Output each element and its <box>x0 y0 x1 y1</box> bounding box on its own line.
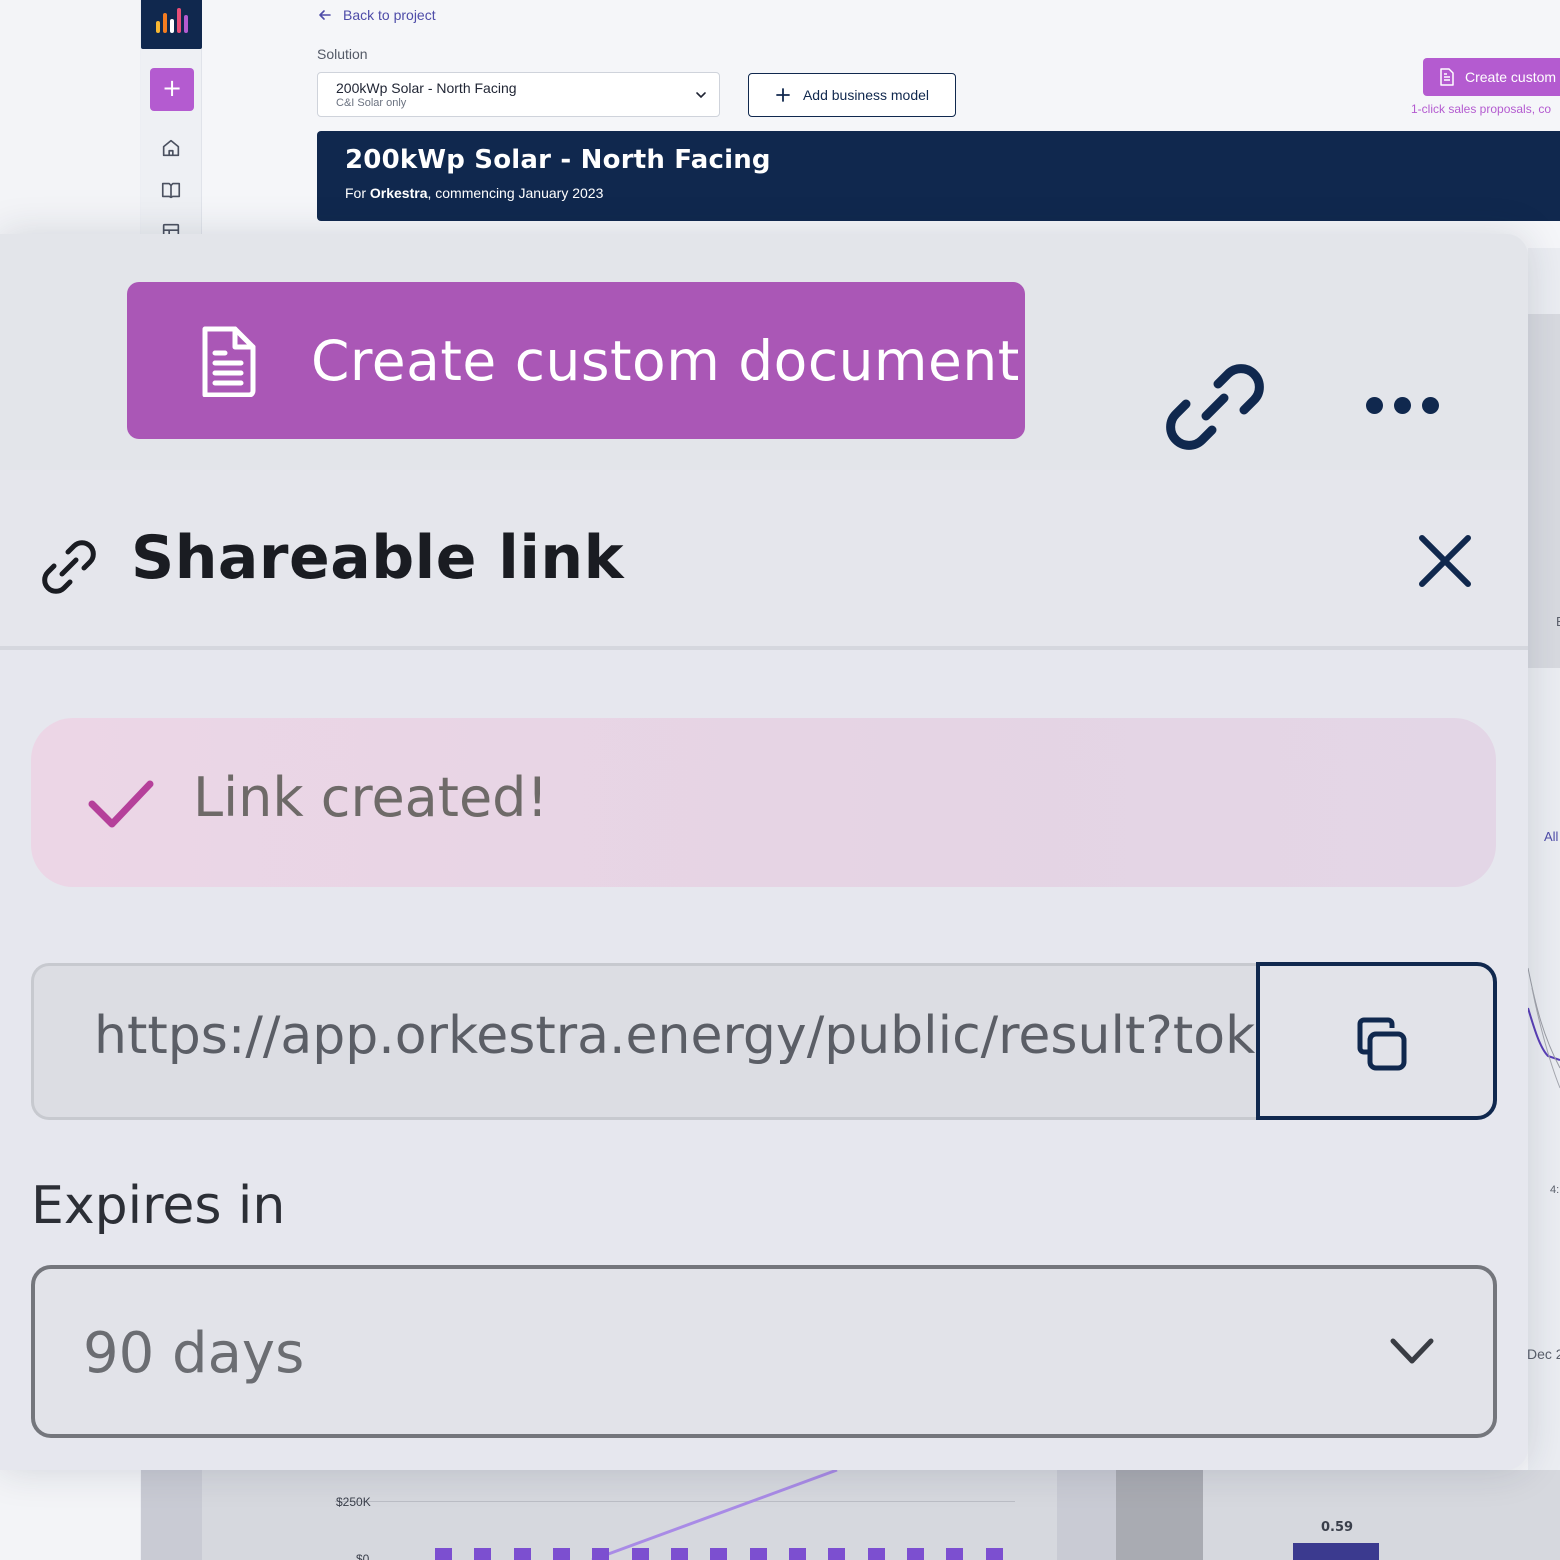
solution-title-banner: 200kWp Solar - North Facing For Orkestra… <box>317 131 1560 221</box>
dot <box>1366 396 1383 414</box>
cashflow-bar <box>474 1548 491 1560</box>
cashflow-bar <box>632 1548 649 1560</box>
cumulative-line <box>591 1470 838 1560</box>
ratio-value-label: 0.59 <box>1321 1520 1354 1535</box>
success-message: Link created! <box>193 766 549 829</box>
banner-subtitle: For Orkestra, commencing January 2023 <box>345 185 1560 201</box>
shareable-url-input[interactable]: https://app.orkestra.energy/public/resul… <box>31 963 1259 1120</box>
create-custom-label: Create custom <box>1465 69 1557 85</box>
create-custom-button[interactable]: Create custom <box>1423 58 1560 96</box>
app-logo[interactable] <box>141 0 202 49</box>
chevron-down-icon <box>696 92 706 99</box>
solution-label: Solution <box>317 46 368 62</box>
right-strip-link-all[interactable]: All <box>1544 829 1558 844</box>
expires-in-value: 90 days <box>83 1321 305 1386</box>
create-custom-document-label: Create custom document <box>311 328 1020 393</box>
copy-link-button[interactable] <box>1256 962 1497 1120</box>
banner-client: Orkestra <box>369 185 428 201</box>
banner-prefix: For <box>345 185 370 201</box>
new-item-button[interactable]: + <box>150 68 194 111</box>
y-axis-tick-0: $0 <box>356 1552 370 1560</box>
back-to-project-link[interactable]: Back to project <box>317 7 436 23</box>
banner-title: 200kWp Solar - North Facing <box>345 145 771 175</box>
create-custom-tagline: 1-click sales proposals, co <box>1411 102 1552 116</box>
expires-in-select[interactable]: 90 days <box>31 1265 1497 1438</box>
close-icon[interactable] <box>1412 528 1478 594</box>
create-custom-document-button[interactable]: Create custom document <box>127 282 1025 439</box>
add-business-model-button[interactable]: Add business model <box>748 73 956 117</box>
ratio-bar <box>1293 1543 1379 1560</box>
zoomed-share-panel: Create custom document Shareable link Li… <box>0 234 1528 1470</box>
copy-icon <box>1357 1017 1407 1071</box>
cashflow-bar <box>435 1548 452 1560</box>
back-link-label: Back to project <box>343 7 436 23</box>
share-link-icon[interactable] <box>1162 356 1268 452</box>
home-icon[interactable] <box>160 137 182 159</box>
book-icon[interactable] <box>160 179 182 201</box>
right-strip-date: Dec 2 <box>1527 1346 1560 1362</box>
solution-select-value: 200kWp Solar - North Facing <box>336 80 517 96</box>
right-strip-tick: 4: <box>1550 1184 1560 1196</box>
cashflow-bar <box>671 1548 688 1560</box>
expires-in-label: Expires in <box>31 1176 286 1236</box>
ratio-chart-panel <box>1203 1470 1560 1560</box>
dot <box>1394 396 1411 414</box>
cashflow-bar <box>986 1548 1003 1560</box>
right-strip-chart-line <box>1528 967 1560 1089</box>
logo-bars-icon <box>156 8 188 33</box>
cashflow-bar <box>828 1548 845 1560</box>
add-business-model-label: Add business model <box>802 87 930 103</box>
cashflow-bar <box>592 1548 609 1560</box>
right-background-strip: E All 4: Dec 2 <box>1527 248 1560 1560</box>
panel-gap <box>1116 1470 1203 1560</box>
cashflow-bar <box>907 1548 924 1560</box>
bottom-charts-area: $250K $0 0.59 <box>141 1470 1560 1560</box>
more-options-button[interactable] <box>1366 392 1454 418</box>
cashflow-chart-panel: $250K $0 <box>202 1470 1057 1560</box>
shareable-url-value: https://app.orkestra.energy/public/resul… <box>94 1006 1256 1066</box>
solution-select[interactable]: 200kWp Solar - North Facing C&I Solar on… <box>317 72 720 117</box>
chevron-down-icon <box>1390 1338 1434 1364</box>
link-icon <box>42 540 96 594</box>
cashflow-bar <box>750 1548 767 1560</box>
cashflow-bar <box>868 1548 885 1560</box>
solution-select-subtitle: C&I Solar only <box>336 97 407 109</box>
cashflow-bar <box>789 1548 806 1560</box>
document-icon <box>1440 68 1454 86</box>
arrow-left-icon <box>319 10 331 20</box>
check-icon <box>88 780 154 828</box>
cashflow-bar <box>710 1548 727 1560</box>
zoomed-toolbar: Create custom document <box>0 234 1528 470</box>
document-icon <box>202 326 256 397</box>
cashflow-bar <box>553 1548 570 1560</box>
cashflow-bar <box>514 1548 531 1560</box>
y-axis-tick-250k: $250K <box>336 1495 371 1509</box>
cashflow-bar <box>946 1548 963 1560</box>
dot <box>1422 396 1439 414</box>
right-strip-text-e: E <box>1556 614 1560 629</box>
dialog-title: Shareable link <box>131 523 625 593</box>
plus-icon <box>776 88 790 102</box>
banner-suffix: , commencing January 2023 <box>427 185 604 201</box>
